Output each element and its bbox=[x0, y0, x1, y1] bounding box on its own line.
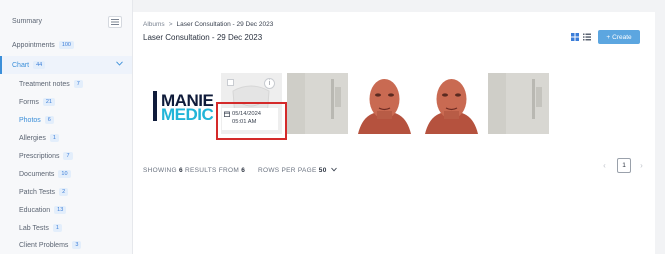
sidebar-item-label: Education bbox=[19, 206, 51, 214]
results-summary: SHOWING 6 RESULTS FROM 6 bbox=[143, 167, 245, 174]
count-badge: 1 bbox=[52, 224, 62, 232]
sidebar-item-label: Chart bbox=[12, 61, 30, 69]
photo-thumbnail-room[interactable] bbox=[287, 73, 348, 134]
sidebar-item-photos[interactable]: Photos 6 bbox=[19, 116, 54, 124]
room-photo bbox=[287, 73, 348, 134]
breadcrumb-albums-link[interactable]: Albums bbox=[143, 21, 165, 28]
sidebar-item-label: Appointments bbox=[12, 41, 55, 49]
sidebar-item-label: Summary bbox=[12, 18, 42, 25]
sidebar-item-prescriptions[interactable]: Prescriptions 7 bbox=[19, 152, 73, 160]
count-badge: 10 bbox=[58, 170, 71, 178]
count-badge: 3 bbox=[72, 241, 82, 249]
create-button-label: Create bbox=[612, 33, 632, 41]
list-view-icon[interactable] bbox=[583, 33, 591, 41]
room-photo bbox=[488, 73, 549, 134]
sidebar-active-indicator bbox=[0, 56, 2, 74]
sidebar-item-education[interactable]: Education 13 bbox=[19, 206, 67, 214]
collapse-sidebar-button[interactable] bbox=[108, 16, 122, 28]
count-badge: 13 bbox=[54, 206, 67, 214]
photo-thumbnail-anatomy-1[interactable] bbox=[354, 73, 415, 134]
results-middle: RESULTS FROM bbox=[185, 167, 240, 174]
results-prefix: SHOWING bbox=[143, 167, 177, 174]
photo-thumbnail-room-2[interactable] bbox=[488, 73, 549, 134]
sidebar-item-label: Treatment notes bbox=[19, 80, 70, 88]
results-count: 6 bbox=[179, 167, 183, 174]
logo-text-bottom: MEDIC bbox=[161, 105, 214, 124]
sidebar-item-summary[interactable]: Summary bbox=[12, 18, 42, 25]
sidebar-item-allergies[interactable]: Allergies 1 bbox=[19, 134, 59, 142]
sidebar-item-label: Forms bbox=[19, 98, 39, 106]
count-badge: 7 bbox=[63, 152, 73, 160]
photo-thumbnail-anatomy-2[interactable] bbox=[421, 73, 482, 134]
logo-mark bbox=[153, 91, 157, 121]
sidebar-item-lab-tests[interactable]: Lab Tests 1 bbox=[19, 224, 62, 232]
count-badge: 44 bbox=[33, 61, 46, 69]
count-badge: 7 bbox=[73, 80, 83, 88]
sidebar-item-client-problems[interactable]: Client Problems 3 bbox=[19, 241, 82, 249]
previous-page-button[interactable]: ‹ bbox=[598, 159, 611, 172]
sidebar-item-label: Prescriptions bbox=[19, 152, 60, 160]
sidebar-item-label: Client Problems bbox=[19, 241, 69, 249]
face-anatomy-image bbox=[354, 73, 415, 134]
rows-per-page-select[interactable]: ROWS PER PAGE 50 bbox=[258, 167, 337, 174]
sidebar-item-label: Photos bbox=[19, 116, 41, 124]
sidebar-item-label: Documents bbox=[19, 170, 55, 178]
next-page-button[interactable]: › bbox=[635, 159, 648, 172]
breadcrumb-separator: > bbox=[168, 21, 173, 28]
sidebar-item-forms[interactable]: Forms 21 bbox=[19, 98, 55, 106]
rows-per-page-value: 50 bbox=[318, 167, 327, 174]
photo-thumbnail-logo[interactable]: MANIE MEDIC bbox=[153, 73, 214, 134]
app: Summary Appointments 100 Chart 44 Treatm… bbox=[0, 0, 665, 254]
plus-icon: + bbox=[606, 33, 611, 41]
count-badge: 2 bbox=[59, 188, 69, 196]
create-button[interactable]: + Create bbox=[598, 30, 640, 44]
select-checkbox[interactable] bbox=[227, 79, 234, 86]
chevron-down-icon bbox=[330, 167, 337, 172]
page-title: Laser Consultation - 29 Dec 2023 bbox=[143, 33, 263, 42]
sidebar-item-label: Allergies bbox=[19, 134, 46, 142]
info-icon[interactable]: i bbox=[264, 78, 275, 89]
main-panel: Albums > Laser Consultation - 29 Dec 2023 … bbox=[133, 12, 655, 254]
current-page-button[interactable]: 1 bbox=[617, 158, 631, 173]
sidebar: Summary Appointments 100 Chart 44 Treatm… bbox=[0, 0, 133, 254]
rows-per-page-label: ROWS PER PAGE bbox=[258, 167, 317, 174]
sidebar-item-patch-tests[interactable]: Patch Tests 2 bbox=[19, 188, 69, 196]
sidebar-item-documents[interactable]: Documents 10 bbox=[19, 170, 71, 178]
results-total: 6 bbox=[241, 167, 246, 174]
highlight-box bbox=[216, 102, 287, 140]
chevron-down-icon[interactable] bbox=[116, 61, 123, 66]
breadcrumb-current: Laser Consultation - 29 Dec 2023 bbox=[176, 21, 274, 28]
face-anatomy-image bbox=[421, 73, 482, 134]
sidebar-item-label: Patch Tests bbox=[19, 188, 56, 196]
count-badge: 100 bbox=[58, 41, 74, 49]
sidebar-item-treatment-notes[interactable]: Treatment notes 7 bbox=[19, 80, 83, 88]
breadcrumb: Albums > Laser Consultation - 29 Dec 2023 bbox=[143, 21, 273, 28]
sidebar-item-label: Lab Tests bbox=[19, 224, 49, 232]
count-badge: 1 bbox=[49, 134, 59, 142]
sidebar-item-chart[interactable]: Chart 44 bbox=[12, 61, 46, 69]
count-badge: 21 bbox=[42, 98, 55, 106]
count-badge: 6 bbox=[44, 116, 54, 124]
menu-icon bbox=[111, 19, 119, 25]
sidebar-item-appointments[interactable]: Appointments 100 bbox=[12, 41, 74, 49]
grid-view-icon[interactable] bbox=[571, 33, 579, 41]
